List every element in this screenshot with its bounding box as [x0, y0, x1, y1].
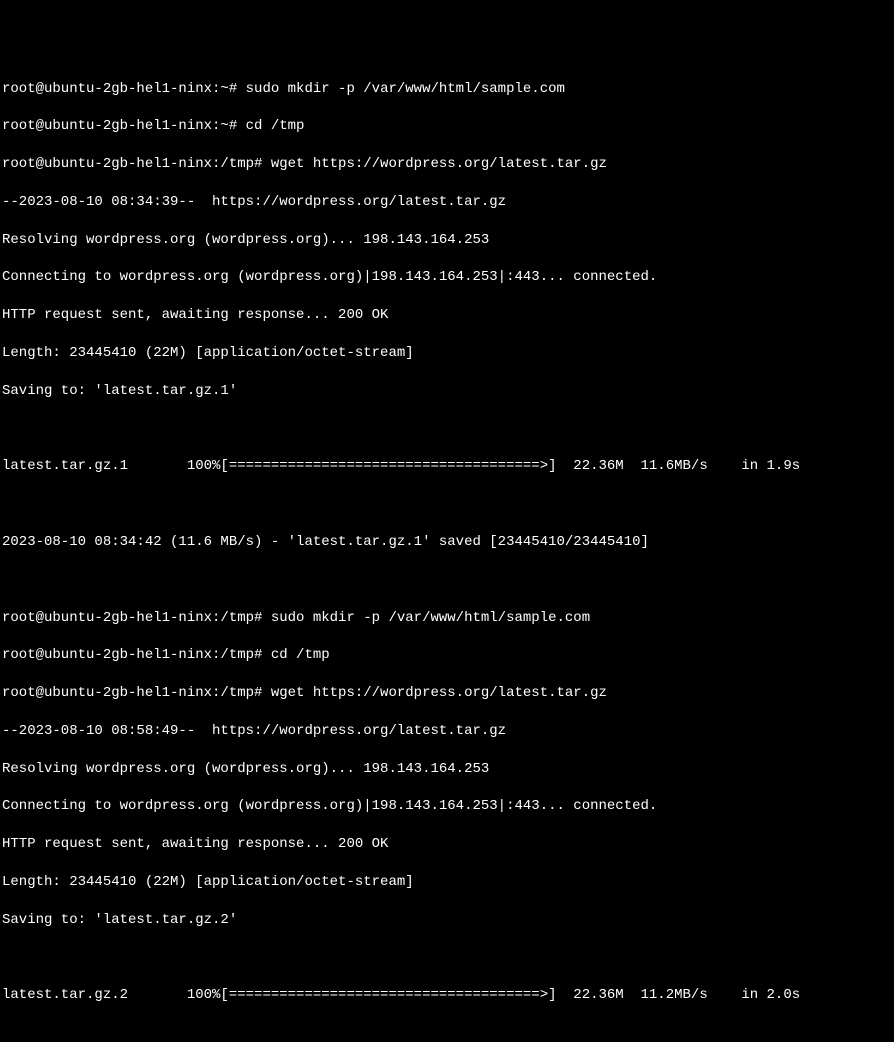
wget-progress-2: latest.tar.gz.2 100%[===================…: [2, 986, 892, 1005]
wget-http-status-2: HTTP request sent, awaiting response... …: [2, 835, 892, 854]
wget-resolving-1: Resolving wordpress.org (wordpress.org).…: [2, 231, 892, 250]
wget-connecting-1: Connecting to wordpress.org (wordpress.o…: [2, 268, 892, 287]
shell-prompt: root@ubuntu-2gb-hel1-ninx:/tmp#: [2, 156, 271, 172]
wget-saving-1: Saving to: 'latest.tar.gz.1': [2, 382, 892, 401]
wget-saving-2: Saving to: 'latest.tar.gz.2': [2, 911, 892, 930]
blank-line: [2, 420, 892, 439]
blank-line: [2, 949, 892, 968]
wget-http-status-1: HTTP request sent, awaiting response... …: [2, 306, 892, 325]
shell-prompt: root@ubuntu-2gb-hel1-ninx:/tmp#: [2, 610, 271, 626]
blank-line: [2, 1024, 892, 1042]
prompt-line-wget-2[interactable]: root@ubuntu-2gb-hel1-ninx:/tmp# wget htt…: [2, 684, 892, 703]
command-text: sudo mkdir -p /var/www/html/sample.com: [246, 81, 565, 97]
command-text: cd /tmp: [271, 647, 330, 663]
wget-header-1: --2023-08-10 08:34:39-- https://wordpres…: [2, 193, 892, 212]
prompt-line-cd-2[interactable]: root@ubuntu-2gb-hel1-ninx:/tmp# cd /tmp: [2, 646, 892, 665]
wget-done-1: 2023-08-10 08:34:42 (11.6 MB/s) - 'lates…: [2, 533, 892, 552]
command-text: sudo mkdir -p /var/www/html/sample.com: [271, 610, 590, 626]
shell-prompt: root@ubuntu-2gb-hel1-ninx:/tmp#: [2, 685, 271, 701]
shell-prompt: root@ubuntu-2gb-hel1-ninx:~#: [2, 118, 246, 134]
prompt-line-wget-1[interactable]: root@ubuntu-2gb-hel1-ninx:/tmp# wget htt…: [2, 155, 892, 174]
command-text: cd /tmp: [246, 118, 305, 134]
wget-length-2: Length: 23445410 (22M) [application/octe…: [2, 873, 892, 892]
blank-line: [2, 495, 892, 514]
wget-length-1: Length: 23445410 (22M) [application/octe…: [2, 344, 892, 363]
prompt-line-mkdir-2[interactable]: root@ubuntu-2gb-hel1-ninx:/tmp# sudo mkd…: [2, 609, 892, 628]
prompt-line-cd-1[interactable]: root@ubuntu-2gb-hel1-ninx:~# cd /tmp: [2, 117, 892, 136]
blank-line: [2, 571, 892, 590]
command-text: wget https://wordpress.org/latest.tar.gz: [271, 685, 607, 701]
command-text: wget https://wordpress.org/latest.tar.gz: [271, 156, 607, 172]
wget-progress-1: latest.tar.gz.1 100%[===================…: [2, 457, 892, 476]
prompt-line-mkdir-1[interactable]: root@ubuntu-2gb-hel1-ninx:~# sudo mkdir …: [2, 80, 892, 99]
shell-prompt: root@ubuntu-2gb-hel1-ninx:/tmp#: [2, 647, 271, 663]
shell-prompt: root@ubuntu-2gb-hel1-ninx:~#: [2, 81, 246, 97]
wget-header-2: --2023-08-10 08:58:49-- https://wordpres…: [2, 722, 892, 741]
wget-resolving-2: Resolving wordpress.org (wordpress.org).…: [2, 760, 892, 779]
wget-connecting-2: Connecting to wordpress.org (wordpress.o…: [2, 797, 892, 816]
